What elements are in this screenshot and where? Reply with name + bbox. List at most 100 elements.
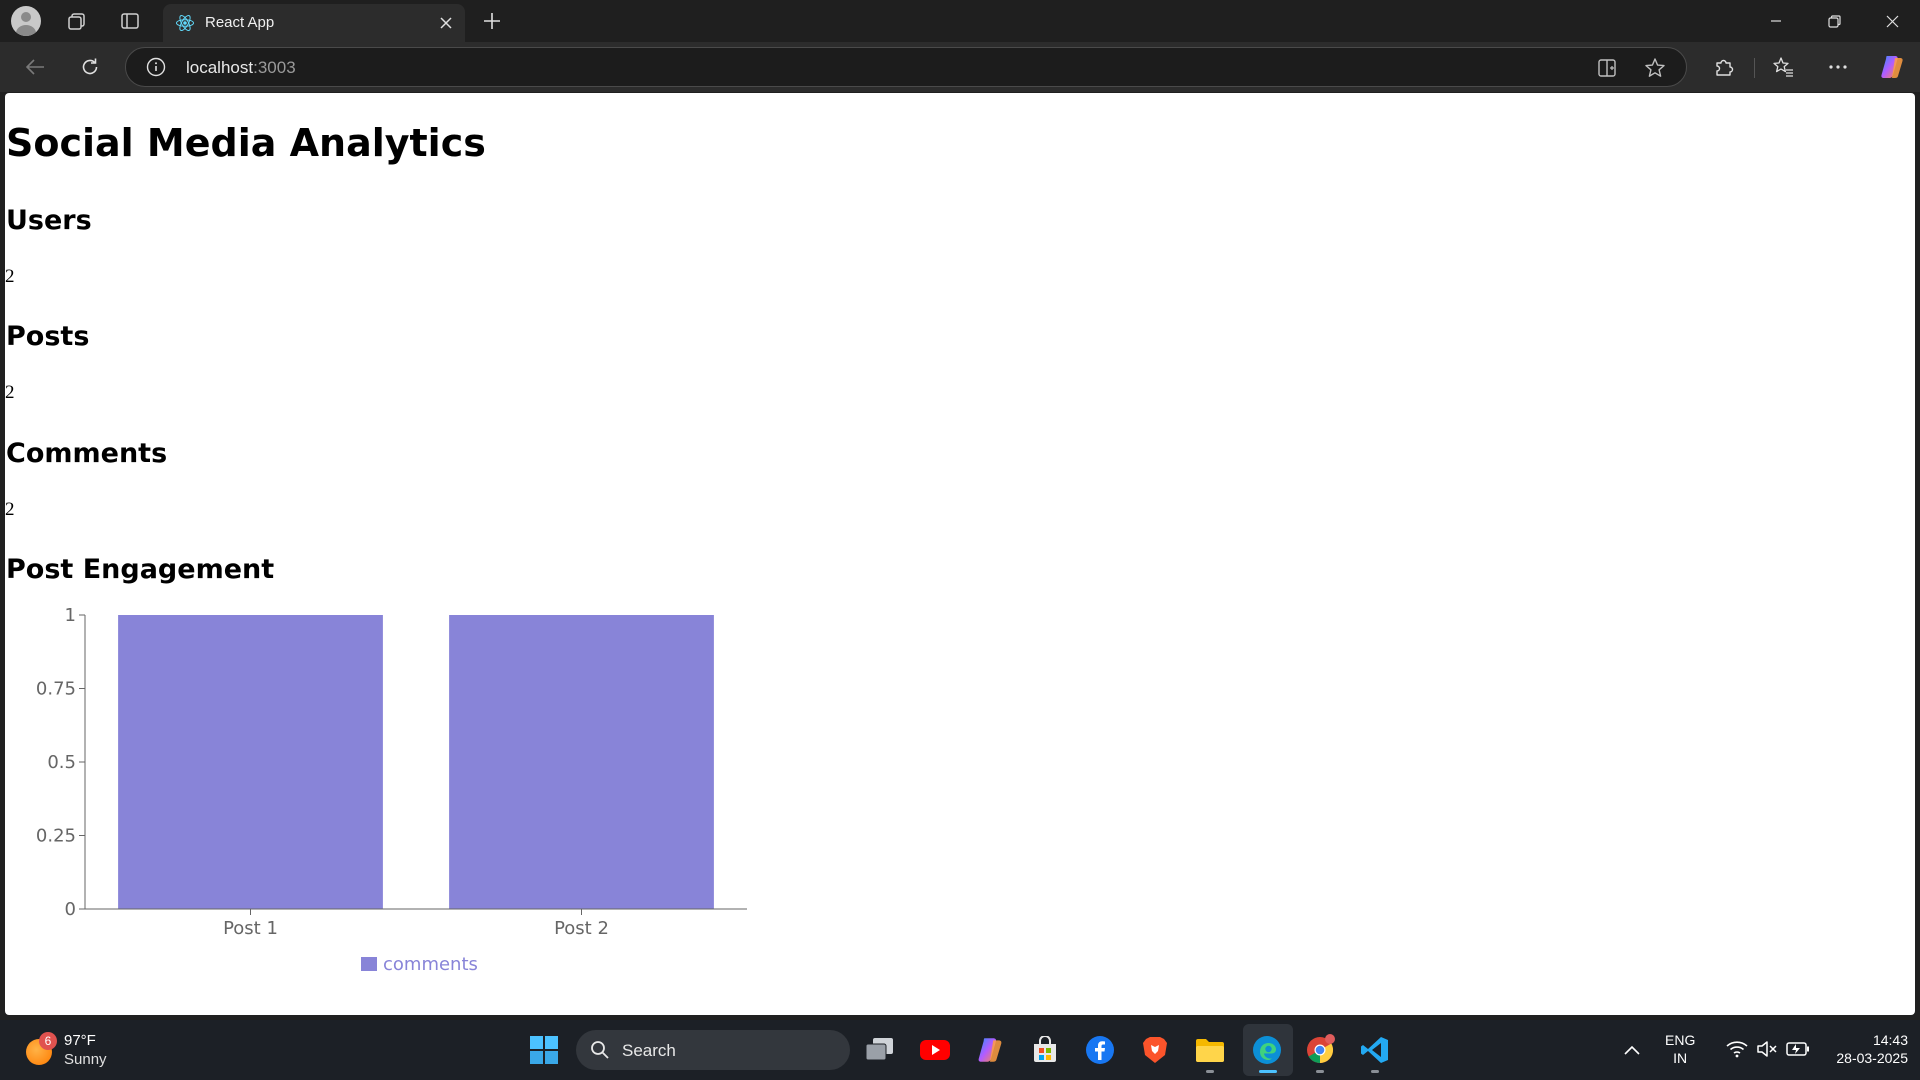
brave-icon: [1143, 1037, 1167, 1063]
close-window-button[interactable]: [1864, 0, 1920, 42]
workspaces-button[interactable]: [61, 6, 93, 36]
post-engagement-chart: 0 0.25 0.5 0.75 1 Post 1 Post 2 comments: [5, 605, 765, 985]
copilot-icon: [1881, 56, 1903, 78]
more-horizontal-icon: [1829, 65, 1847, 69]
windows-logo-icon: [530, 1036, 558, 1064]
taskbar-brave[interactable]: [1135, 1030, 1175, 1070]
battery-icon: [1786, 1042, 1809, 1056]
y-axis-tick-label: 0.5: [47, 752, 76, 773]
youtube-icon: [920, 1040, 950, 1060]
taskbar-microsoft-store[interactable]: [1025, 1030, 1065, 1070]
language-region: IN: [1673, 1050, 1688, 1066]
quick-settings-button[interactable]: [1712, 1038, 1812, 1062]
close-window-icon: [1886, 15, 1898, 27]
vscode-icon: [1361, 1037, 1388, 1063]
profile-avatar-icon: [11, 6, 41, 36]
posts-count: 2: [5, 382, 15, 403]
address-bar[interactable]: localhost:3003: [125, 47, 1687, 87]
taskbar-clock[interactable]: 14:43 28-03-2025: [1812, 1031, 1908, 1067]
edge-active-indicator: [1259, 1070, 1277, 1073]
close-icon: [440, 17, 452, 29]
search-label: Search: [622, 1041, 676, 1060]
taskbar-youtube[interactable]: [915, 1030, 955, 1070]
site-info-icon[interactable]: [146, 57, 166, 77]
puzzle-icon: [1716, 59, 1734, 76]
restore-icon: [1827, 14, 1841, 28]
profile-button[interactable]: [10, 6, 42, 36]
clock-time: 14:43: [1872, 1032, 1908, 1048]
favorites-button[interactable]: [1766, 51, 1800, 83]
language-code: ENG: [1665, 1032, 1696, 1048]
back-button[interactable]: [18, 51, 52, 83]
taskbar-file-explorer[interactable]: [1190, 1030, 1230, 1070]
x-axis-tick-label: Post 1: [223, 918, 278, 939]
store-icon: [1034, 1036, 1056, 1062]
extensions-button[interactable]: [1707, 51, 1741, 83]
reload-button[interactable]: [73, 51, 107, 83]
bar-post-2: [449, 615, 714, 909]
favorites-list-icon: [1773, 57, 1793, 77]
y-axis-tick-label: 1: [65, 605, 76, 626]
users-count: 2: [5, 266, 15, 287]
comments-count: 2: [5, 499, 15, 520]
reload-icon: [82, 58, 98, 75]
split-screen-button[interactable]: [1594, 56, 1620, 80]
tab-react-app[interactable]: React App: [163, 4, 465, 42]
start-button[interactable]: [524, 1030, 564, 1070]
star-icon: [1645, 58, 1665, 77]
taskbar-facebook[interactable]: [1080, 1030, 1120, 1070]
tab-close-button[interactable]: [433, 10, 459, 36]
url-port: :3003: [253, 58, 296, 77]
task-view-icon: [865, 1038, 893, 1061]
taskbar-chrome[interactable]: [1300, 1030, 1340, 1070]
show-hidden-icons-button[interactable]: [1612, 1030, 1652, 1070]
browser-title-bar: React App: [0, 0, 1920, 42]
url-host: localhost: [186, 58, 254, 77]
taskbar-edge[interactable]: [1247, 1030, 1287, 1070]
minimize-icon: [1771, 20, 1781, 22]
search-icon: [591, 1041, 609, 1059]
toolbar-separator: [1754, 58, 1755, 78]
facebook-icon: [1086, 1036, 1114, 1064]
clock-date: 28-03-2025: [1836, 1050, 1908, 1066]
wifi-icon: [1726, 1041, 1748, 1058]
speaker-muted-icon: [1757, 1041, 1777, 1057]
new-tab-button[interactable]: [476, 6, 508, 36]
favorite-button[interactable]: [1642, 56, 1668, 80]
chrome-running-indicator: [1316, 1070, 1324, 1073]
posts-heading: Posts: [6, 321, 90, 352]
taskbar-task-view[interactable]: [860, 1030, 900, 1070]
minimize-button[interactable]: [1748, 0, 1804, 42]
chrome-icon: [1307, 1034, 1335, 1064]
windows-taskbar: 6 97°F Sunny Search ENG IN 14:43 28-03-2…: [0, 1020, 1920, 1080]
vertical-tabs-button[interactable]: [114, 6, 146, 36]
x-axis-tick-label: Post 2: [554, 918, 609, 939]
weather-widget[interactable]: 6 97°F Sunny: [26, 1030, 146, 1070]
react-logo-icon: [176, 14, 194, 32]
legend-label: comments: [383, 954, 478, 975]
bar-post-1: [118, 615, 383, 909]
taskbar-copilot[interactable]: [970, 1030, 1010, 1070]
taskbar-search[interactable]: Search: [576, 1030, 850, 1070]
folder-icon: [1196, 1039, 1224, 1062]
y-axis-tick-label: 0.75: [36, 679, 76, 700]
input-language[interactable]: ENG IN: [1665, 1031, 1695, 1067]
edge-icon: [1253, 1036, 1281, 1064]
bar-chart-svg: 0 0.25 0.5 0.75 1 Post 1 Post 2 comments: [36, 605, 747, 975]
taskbar-vscode[interactable]: [1355, 1030, 1395, 1070]
plus-icon: [484, 13, 500, 29]
y-axis-tick-label: 0.25: [36, 826, 76, 847]
legend-swatch: [361, 957, 377, 971]
chevron-up-icon: [1624, 1045, 1640, 1055]
browser-toolbar: localhost:3003: [0, 42, 1920, 92]
settings-more-button[interactable]: [1821, 51, 1855, 83]
restore-button[interactable]: [1806, 0, 1862, 42]
copilot-button[interactable]: [1875, 51, 1909, 83]
page-title: Social Media Analytics: [6, 121, 486, 165]
weather-condition: Sunny: [64, 1051, 107, 1068]
y-axis-tick-label: 0: [65, 899, 76, 920]
copilot-app-icon: [978, 1038, 1002, 1062]
url-text: localhost:3003: [186, 58, 296, 78]
split-screen-icon: [1598, 59, 1616, 77]
weather-badge: 6: [39, 1032, 57, 1050]
